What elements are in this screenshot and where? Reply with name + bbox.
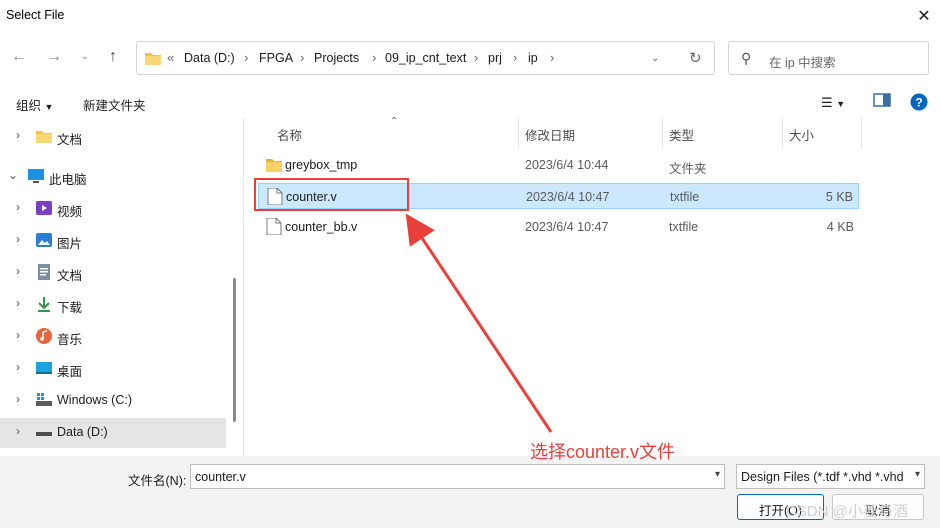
music-icon [36,328,52,344]
chevron-right-icon[interactable]: › [16,232,20,246]
chevron-right-icon[interactable]: › [16,128,20,142]
address-segment-prj[interactable]: prj [488,51,502,65]
watermark: CSDN @小姜与酒 [786,503,908,520]
recent-locations-chevron-icon[interactable]: ⌄ [74,51,96,62]
chevron-down-icon[interactable]: ▾ [912,469,920,480]
column-divider[interactable] [662,118,663,148]
video-icon [36,201,52,215]
sort-ascending-icon: ⌃ [390,116,399,127]
chevron-right-icon[interactable]: › [16,200,20,214]
chevron-right-icon[interactable]: › [16,360,20,374]
address-bar[interactable]: « Data (D:) › FPGA › Projects › 09_ip_cn… [136,41,715,75]
chevron-right-icon[interactable]: › [16,264,20,278]
command-bar: 组织 ▼ 新建文件夹 ☰ ▼ ? [0,86,940,118]
sidebar-item-music[interactable]: › 音乐 [0,322,226,350]
search-box[interactable]: ⚲ 在 ip 中搜索 [728,41,929,75]
address-segment-ip[interactable]: ip [528,51,538,65]
up-arrow-icon[interactable]: ↑ [102,48,124,66]
file-icon [266,218,282,235]
folder-icon [36,131,52,143]
column-name[interactable]: 名称 [277,125,302,144]
column-type[interactable]: 类型 [669,125,694,144]
sidebar-item-downloads[interactable]: › 下载 [0,290,226,318]
sidebar-item-pictures[interactable]: › 图片 [0,226,226,254]
search-icon: ⚲ [741,50,752,66]
search-placeholder: 在 ip 中搜索 [769,56,836,70]
filename-value: counter.v [195,470,246,484]
organize-button[interactable]: 组织 ▼ [16,95,53,114]
sidebar-item-windows-c[interactable]: › Windows (C:) [0,386,226,414]
refresh-icon[interactable]: ↻ [689,49,702,67]
chevron-right-icon[interactable]: › [16,296,20,310]
address-segment-data[interactable]: Data (D:) [184,51,235,65]
preview-pane-icon[interactable] [873,93,891,110]
chevron-right-icon[interactable]: › [16,328,20,342]
chevron-right-icon[interactable]: › [474,50,478,65]
annotation-highlight-box [254,178,409,211]
sidebar-item-documents-quick[interactable]: › 文档 [0,122,226,150]
column-date[interactable]: 修改日期 [525,125,575,144]
filename-input[interactable]: counter.v ▾ [190,464,725,489]
pane-divider[interactable] [243,118,244,456]
sidebar-item-documents[interactable]: › 文档 [0,258,226,286]
address-history-chevron-icon[interactable]: ⌄ [651,53,659,64]
view-options-icon[interactable]: ☰ ▼ [821,95,845,111]
file-type-value: Design Files (*.tdf *.vhd *.vhd [741,470,904,484]
new-folder-button[interactable]: 新建文件夹 [83,95,146,114]
address-segment-fpga[interactable]: FPGA [259,51,293,65]
file-row-counter-bb-v[interactable]: counter_bb.v 2023/6/4 10:47 txtfile 4 KB [258,214,859,240]
close-icon[interactable]: ✕ [912,4,936,28]
address-root-chevron[interactable]: « [167,50,174,65]
document-icon [38,264,50,280]
file-type-filter[interactable]: Design Files (*.tdf *.vhd *.vhd ▾ [736,464,925,489]
drive-icon [36,393,52,406]
column-size[interactable]: 大小 [789,125,814,144]
chevron-down-icon[interactable]: ⌄ [8,168,18,182]
filename-label: 文件名(N): [128,474,187,488]
column-header: ⌃ 名称 修改日期 类型 大小 [244,116,940,148]
column-divider[interactable] [518,118,519,148]
svg-text:?: ? [915,96,922,110]
chevron-down-icon[interactable]: ▾ [715,469,720,480]
column-divider[interactable] [861,118,862,148]
chevron-right-icon[interactable]: › [16,424,20,438]
picture-icon [36,233,52,247]
sidebar-scrollbar[interactable] [233,278,236,422]
sidebar-item-videos[interactable]: › 视频 [0,194,226,222]
sidebar-item-desktop[interactable]: › 桌面 [0,354,226,382]
back-arrow-icon[interactable]: ← [8,48,30,66]
drive-icon [36,432,52,436]
folder-icon [145,53,161,65]
chevron-right-icon[interactable]: › [300,50,304,65]
chevron-right-icon[interactable]: › [16,392,20,406]
sidebar-item-this-pc[interactable]: ⌄ 此电脑 [0,162,226,190]
folder-icon [266,159,282,172]
chevron-right-icon[interactable]: › [244,50,248,65]
address-segment-09-ip-cnt-text[interactable]: 09_ip_cnt_text [385,51,466,65]
window-title: Select File [6,8,65,22]
chevron-right-icon[interactable]: › [372,50,376,65]
annotation-text: 选择counter.v文件 [530,442,676,462]
help-icon[interactable]: ? [910,93,928,114]
sidebar-item-data-d[interactable]: › Data (D:) [0,418,226,448]
download-icon [38,297,50,312]
navigation-pane: › 文档 ⌄ 此电脑 › 视频 › 图片 › 文档 › 下载 › 音乐 › 桌面… [0,118,228,456]
chevron-right-icon[interactable]: › [550,50,554,65]
title-bar: Select File ✕ [0,0,940,32]
column-divider[interactable] [782,118,783,148]
forward-arrow-icon[interactable]: → [43,48,65,66]
chevron-right-icon[interactable]: › [513,50,517,65]
desktop-icon [36,362,52,374]
address-segment-projects[interactable]: Projects [314,51,359,65]
pc-icon [28,169,44,183]
file-row-greybox-tmp[interactable]: greybox_tmp 2023/6/4 10:44 文件夹 [258,152,859,178]
